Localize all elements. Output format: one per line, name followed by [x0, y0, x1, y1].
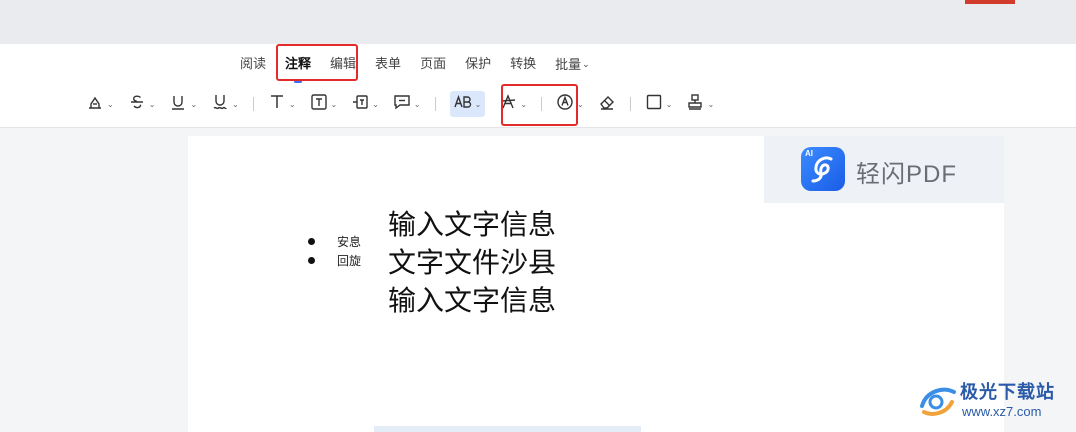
shape-icon	[645, 93, 663, 115]
text-tool[interactable]: ⌄	[268, 92, 296, 116]
replace-text-icon	[453, 93, 472, 115]
window-close-button[interactable]	[965, 0, 1015, 4]
bullet-dot	[308, 238, 315, 245]
bullet-dot	[308, 257, 315, 264]
text-line[interactable]: 输入文字信息	[388, 206, 556, 244]
chevron-down-icon: ⌄	[520, 99, 528, 109]
stamp-icon	[686, 93, 704, 115]
note-icon	[393, 93, 411, 115]
pen-tool[interactable]: ⌄	[556, 92, 584, 116]
textbox-tool[interactable]: ⌄	[310, 92, 338, 116]
toolbar-divider	[252, 97, 254, 111]
title-bar	[0, 0, 1076, 44]
text-line[interactable]: 输入文字信息	[388, 282, 556, 320]
insert-text-icon	[499, 93, 517, 115]
chevron-down-icon: ⌄	[665, 99, 673, 109]
underline-tool[interactable]: ⌄	[169, 92, 197, 116]
chevron-down-icon: ⌄	[232, 99, 239, 109]
strikethrough-tool[interactable]: ⌄	[128, 92, 156, 116]
menu-tabs: 阅读 注释 编辑 表单 页面 保护 转换 批量⌄	[240, 52, 609, 83]
tab-convert[interactable]: 转换	[510, 52, 536, 80]
shape-tool[interactable]: ⌄	[645, 92, 673, 116]
callout-tool[interactable]: ⌄	[351, 92, 379, 116]
bullet-list: 安息 回旋	[308, 232, 361, 270]
list-item: 回旋	[308, 251, 361, 270]
watermark-url: www.xz7.com	[962, 404, 1042, 419]
toolbar-divider	[541, 97, 543, 111]
chevron-down-icon: ⌄	[577, 99, 584, 109]
chevron-down-icon: ⌄	[148, 99, 156, 109]
tab-edit[interactable]: 编辑	[330, 52, 356, 80]
highlight-tool[interactable]: ⌄	[86, 92, 114, 116]
insert-text-tool[interactable]: ⌄	[499, 92, 527, 116]
chevron-down-icon: ⌄	[707, 99, 715, 109]
watermark: 极光下载站 www.xz7.com	[914, 372, 1074, 428]
text-line[interactable]: 文字文件沙县	[388, 244, 556, 282]
chevron-down-icon: ⌄	[107, 99, 114, 109]
document-body-text[interactable]: 输入文字信息 文字文件沙县 输入文字信息	[388, 206, 556, 320]
annotation-box[interactable]	[374, 426, 641, 432]
chevron-down-icon: ⌄	[288, 99, 296, 109]
chevron-down-icon: ⌄	[474, 99, 482, 109]
textbox-icon	[310, 93, 328, 115]
toolbar-divider	[629, 97, 631, 111]
strikethrough-icon	[128, 93, 146, 115]
pen-icon	[556, 93, 574, 115]
eraser-tool[interactable]	[598, 92, 616, 116]
tab-read[interactable]: 阅读	[240, 52, 266, 80]
app-logo-card: AI 轻闪PDF	[764, 136, 1004, 203]
chevron-down-icon: ⌄	[190, 99, 198, 109]
text-icon	[268, 93, 286, 115]
list-item-text: 回旋	[337, 254, 362, 268]
callout-icon	[351, 93, 369, 115]
note-tool[interactable]: ⌄	[393, 92, 421, 116]
pdf-page: AI 轻闪PDF 安息 回旋 输入文字信息 文字文件沙县 输入文字信息	[188, 136, 1004, 432]
wavy-underline-tool[interactable]: ⌄	[211, 92, 239, 116]
watermark-logo-icon	[920, 387, 956, 416]
list-item-text: 安息	[337, 235, 362, 249]
toolbar-divider	[434, 97, 436, 111]
chevron-down-icon: ⌄	[372, 99, 379, 109]
app-logo-name: 轻闪PDF	[856, 161, 957, 188]
list-item: 安息	[308, 232, 361, 251]
tab-form[interactable]: 表单	[375, 52, 401, 80]
tab-batch[interactable]: 批量⌄	[555, 52, 590, 80]
tab-page[interactable]: 页面	[420, 52, 446, 80]
tab-protect[interactable]: 保护	[465, 52, 491, 80]
ribbon: 阅读 注释 编辑 表单 页面 保护 转换 批量⌄ ⌄ ⌄ ⌄ ⌄ ⌄ ⌄ ⌄ ⌄…	[0, 44, 1076, 128]
wavy-underline-icon	[211, 93, 229, 115]
watermark-title: 极光下载站	[960, 382, 1055, 403]
chevron-down-icon: ⌄	[582, 60, 590, 70]
replace-text-tool[interactable]: ⌄	[449, 91, 486, 117]
chevron-down-icon: ⌄	[413, 99, 421, 109]
highlight-icon	[86, 93, 104, 115]
tab-annotate[interactable]: 注释	[285, 52, 311, 83]
stamp-tool[interactable]: ⌄	[686, 92, 714, 116]
chevron-down-icon: ⌄	[330, 99, 338, 109]
underline-icon	[169, 93, 187, 115]
app-logo-icon: AI	[801, 147, 845, 191]
eraser-icon	[598, 93, 616, 115]
annotation-toolbar: ⌄ ⌄ ⌄ ⌄ ⌄ ⌄ ⌄ ⌄ ⌄ ⌄ ⌄ ⌄ ⌄	[86, 91, 728, 117]
